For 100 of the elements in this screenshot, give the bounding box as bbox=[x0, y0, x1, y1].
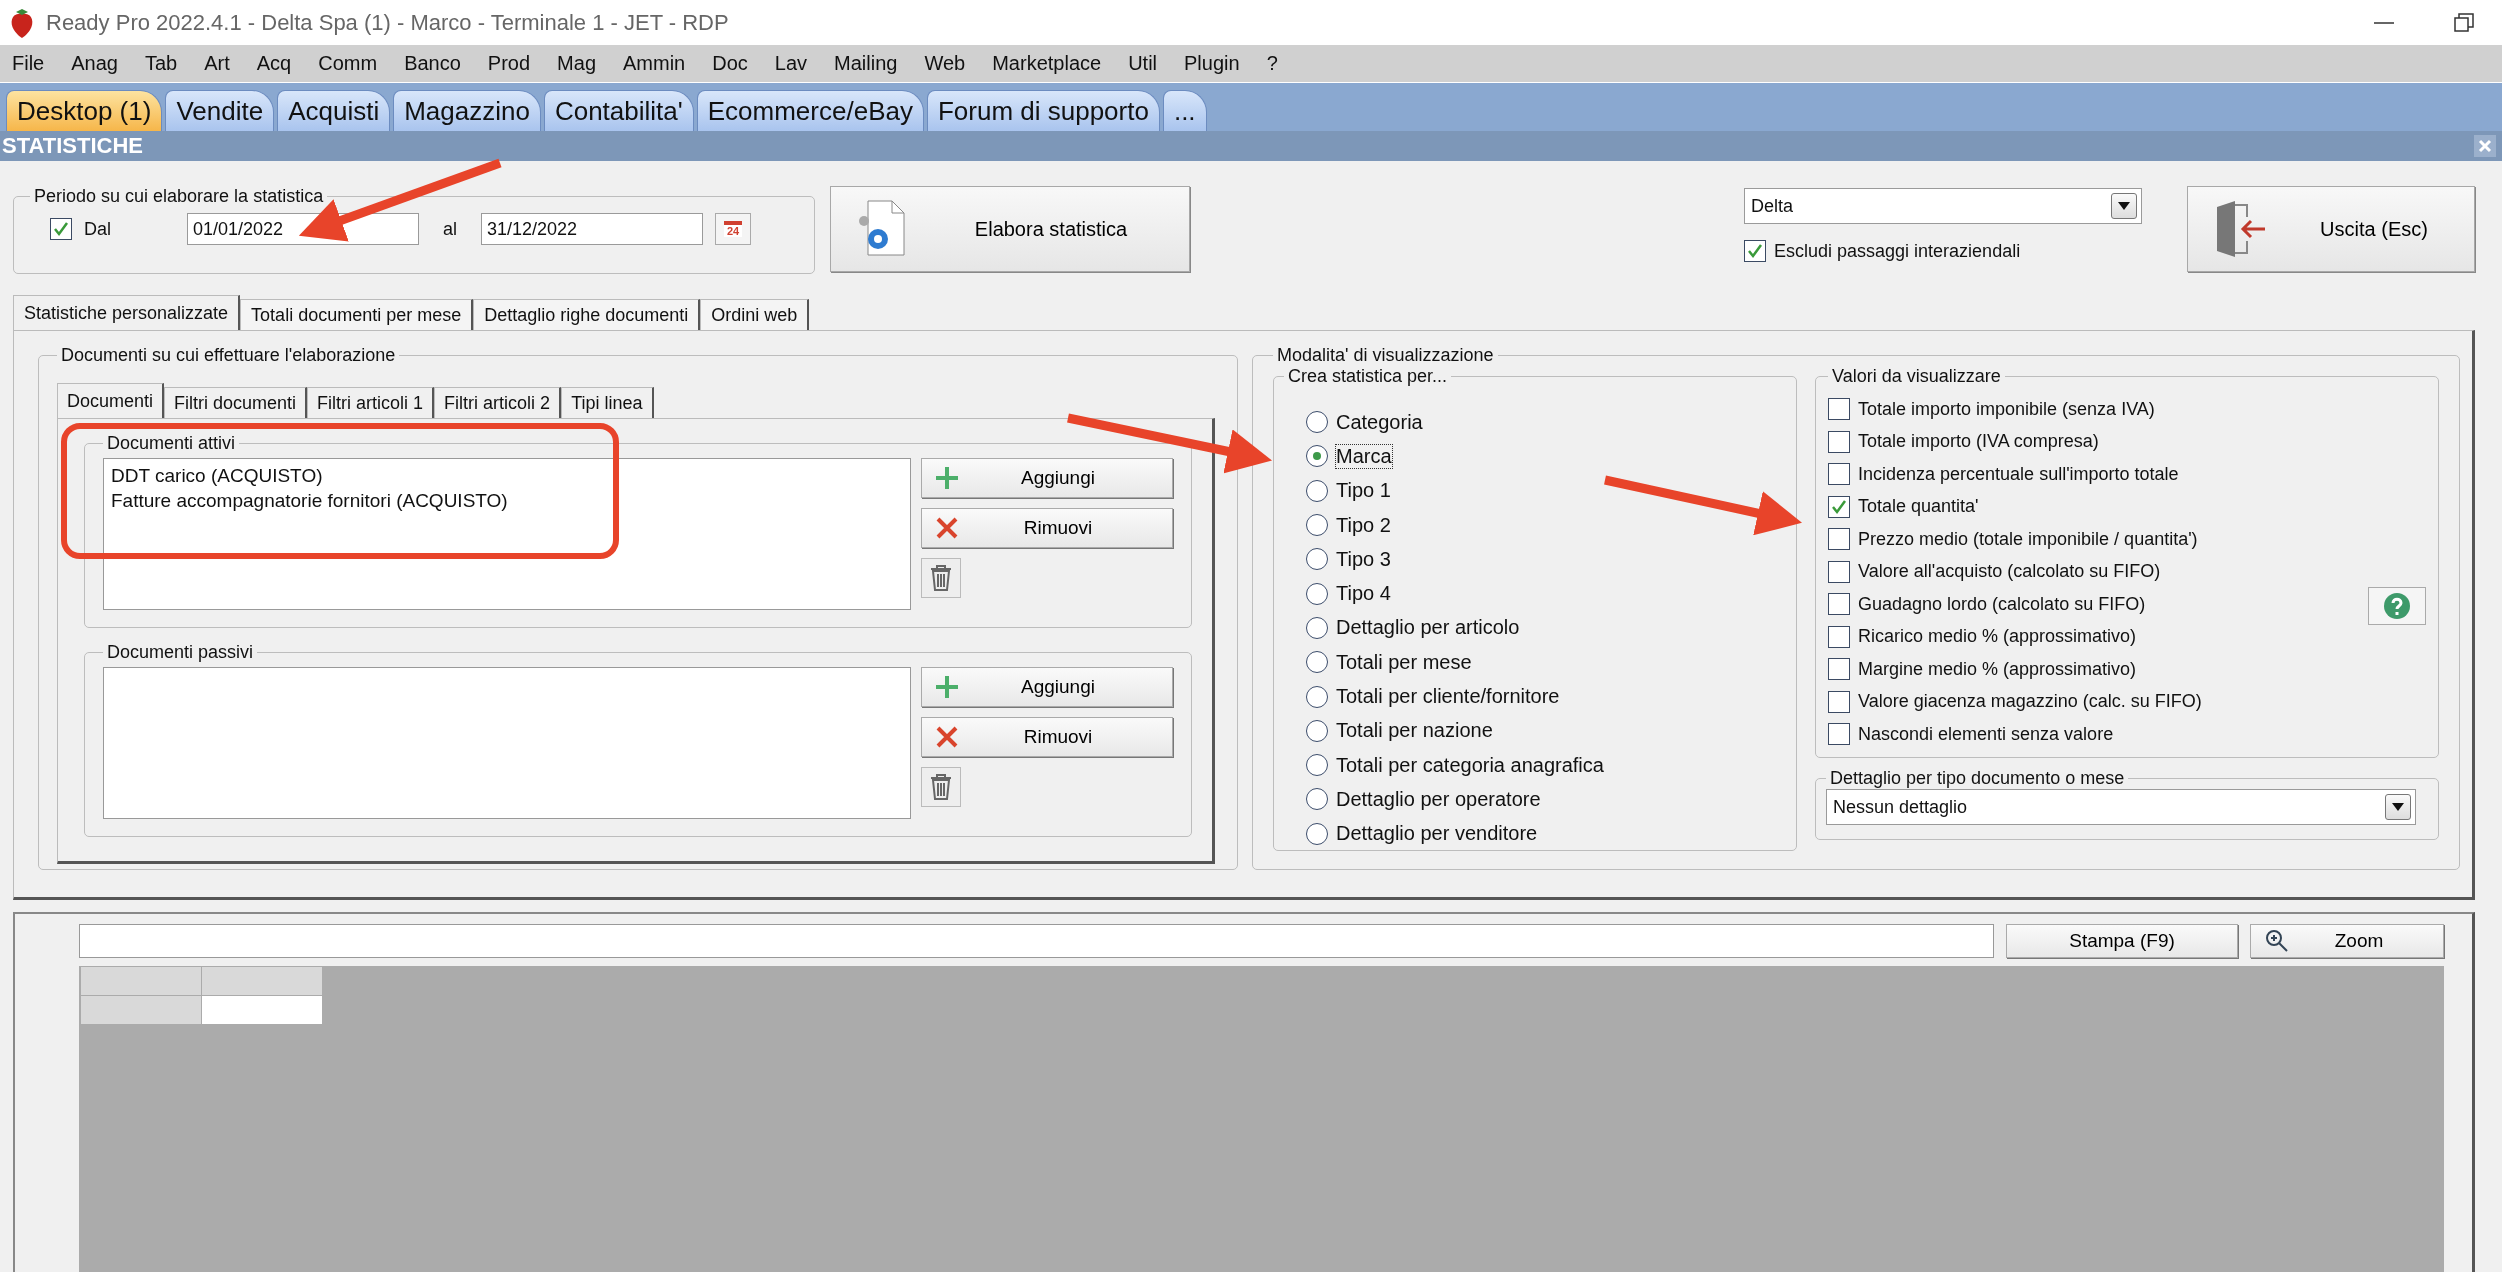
menu-item[interactable]: Prod bbox=[483, 52, 544, 75]
detail-select[interactable]: Nessun dettaglio bbox=[1826, 789, 2416, 825]
view-tab[interactable]: Ordini web bbox=[700, 299, 810, 330]
app-tab[interactable]: ... bbox=[1162, 90, 1207, 131]
list-item[interactable]: Fatture accompagnatorie fornitori (ACQUISTO) bbox=[111, 488, 903, 513]
menu-item[interactable]: ? bbox=[1262, 52, 1291, 75]
trash-icon bbox=[930, 774, 952, 800]
menu-item[interactable]: Anag bbox=[67, 52, 131, 75]
radio-button[interactable] bbox=[1306, 548, 1328, 571]
radio-label: Marca bbox=[1335, 443, 1393, 469]
remove-button[interactable]: Rimuovi bbox=[921, 717, 1173, 757]
delete-button[interactable] bbox=[921, 767, 961, 807]
checkbox[interactable] bbox=[1828, 690, 1850, 713]
sub-tab[interactable]: Tipi linea bbox=[561, 387, 654, 418]
checkbox-label: Nascondi elementi senza valore bbox=[1857, 722, 2115, 746]
checkbox[interactable] bbox=[1828, 495, 1850, 518]
checkbox[interactable] bbox=[1828, 430, 1850, 453]
help-button[interactable] bbox=[2368, 587, 2426, 625]
radio-button[interactable] bbox=[1306, 411, 1328, 434]
add-button[interactable]: Aggiungi bbox=[921, 458, 1173, 498]
radio-label: Tipo 1 bbox=[1335, 478, 1392, 504]
app-tab[interactable]: Forum di supporto bbox=[926, 90, 1160, 131]
menu-item[interactable]: Tab bbox=[140, 52, 191, 75]
delete-button[interactable] bbox=[921, 558, 961, 598]
search-field[interactable] bbox=[79, 924, 1994, 958]
radio-button[interactable] bbox=[1306, 582, 1328, 605]
menu-item[interactable]: File bbox=[8, 52, 58, 75]
radio-button[interactable] bbox=[1306, 754, 1328, 777]
app-tab[interactable]: Vendite bbox=[165, 90, 275, 131]
radio-button[interactable] bbox=[1306, 822, 1328, 845]
checkbox[interactable] bbox=[1828, 528, 1850, 551]
app-tab[interactable]: Contabilita' bbox=[543, 90, 694, 131]
menu-item[interactable]: Mailing bbox=[830, 52, 911, 75]
date-field[interactable]: 31/12/2022 bbox=[481, 213, 704, 245]
checkbox-label: Totale quantita' bbox=[1857, 495, 1980, 519]
menu-item[interactable]: Mag bbox=[553, 52, 609, 75]
to-label: al bbox=[443, 218, 458, 240]
radio-label: Dettaglio per venditore bbox=[1335, 821, 1539, 847]
group-title: Periodo su cui elaborare la statistica bbox=[33, 186, 325, 207]
radio-button[interactable] bbox=[1306, 685, 1328, 708]
menu-item[interactable]: Doc bbox=[708, 52, 761, 75]
checkbox[interactable] bbox=[1828, 463, 1850, 486]
radio-label: Dettaglio per articolo bbox=[1335, 615, 1521, 641]
menu-item[interactable]: Lav bbox=[770, 52, 821, 75]
radio-button[interactable] bbox=[1306, 479, 1328, 502]
app-tab[interactable]: Acquisti bbox=[277, 90, 391, 131]
menu-item[interactable]: Util bbox=[1124, 52, 1170, 75]
checkbox[interactable] bbox=[50, 218, 72, 240]
checkbox[interactable] bbox=[1828, 398, 1850, 421]
company-select[interactable]: Delta bbox=[1744, 188, 2142, 224]
sub-tab[interactable]: Filtri documenti bbox=[164, 387, 308, 418]
close-icon bbox=[2478, 139, 2492, 153]
checkbox[interactable] bbox=[1828, 560, 1850, 583]
radio-button[interactable] bbox=[1306, 514, 1328, 537]
document-list[interactable]: DDT carico (ACQUISTO) Fatture accompagnatorie fornitori (ACQUISTO) bbox=[103, 458, 911, 610]
exit-button[interactable]: Uscita (Esc) bbox=[2187, 186, 2475, 272]
radio-button[interactable] bbox=[1306, 719, 1328, 742]
menu-item[interactable]: Marketplace bbox=[988, 52, 1115, 75]
calendar-button[interactable]: 24 bbox=[715, 213, 752, 245]
sub-tab[interactable]: Filtri articoli 2 bbox=[434, 387, 562, 418]
radio-label: Categoria bbox=[1335, 409, 1424, 435]
radio-button[interactable] bbox=[1306, 445, 1328, 468]
checkbox[interactable] bbox=[1828, 723, 1850, 746]
app-tab[interactable]: Ecommerce/eBay bbox=[696, 90, 924, 131]
menu-item[interactable]: Comm bbox=[314, 52, 391, 75]
app-tab[interactable]: Magazzino bbox=[393, 90, 541, 131]
menu-item[interactable]: Web bbox=[920, 52, 979, 75]
radio-label: Tipo 2 bbox=[1335, 512, 1392, 538]
menu-item[interactable]: Plugin bbox=[1180, 52, 1253, 75]
print-button[interactable]: Stampa (F9) bbox=[2006, 924, 2238, 958]
app-tab[interactable]: Desktop (1) bbox=[6, 90, 163, 131]
radio-button[interactable] bbox=[1306, 651, 1328, 674]
view-tab[interactable]: Dettaglio righe documenti bbox=[473, 299, 701, 330]
menu-item[interactable]: Acq bbox=[252, 52, 305, 75]
process-button[interactable]: Elabora statistica bbox=[830, 186, 1190, 272]
add-button[interactable]: Aggiungi bbox=[921, 667, 1173, 707]
group-title: Modalita' di visualizzazione bbox=[1276, 345, 1495, 366]
checkbox[interactable] bbox=[1828, 593, 1850, 616]
view-tab[interactable]: Statistiche personalizzate bbox=[13, 295, 241, 330]
menu-item[interactable]: Ammin bbox=[619, 52, 699, 75]
menu-item[interactable]: Art bbox=[200, 52, 243, 75]
checkbox-label: Incidenza percentuale sull'importo totale bbox=[1857, 462, 2180, 486]
checkbox[interactable] bbox=[1828, 658, 1850, 681]
group-title: Crea statistica per... bbox=[1287, 366, 1449, 387]
view-tab[interactable]: Totali documenti per mese bbox=[240, 299, 474, 330]
remove-button[interactable]: Rimuovi bbox=[921, 508, 1173, 548]
list-item[interactable]: DDT carico (ACQUISTO) bbox=[111, 463, 903, 488]
radio-button[interactable] bbox=[1306, 616, 1328, 639]
checkbox-label: Totale importo imponibile (senza IVA) bbox=[1857, 397, 2156, 421]
restore-icon[interactable] bbox=[2454, 12, 2474, 33]
radio-label: Tipo 3 bbox=[1335, 546, 1392, 572]
radio-button[interactable] bbox=[1306, 788, 1328, 811]
checkbox[interactable] bbox=[1828, 625, 1850, 648]
checkbox[interactable] bbox=[1744, 240, 1766, 262]
zoom-in-icon bbox=[2265, 929, 2289, 953]
zoom-button[interactable]: Zoom bbox=[2250, 924, 2444, 958]
menu-item[interactable]: Banco bbox=[400, 52, 474, 75]
sub-tab[interactable]: Documenti bbox=[57, 383, 165, 418]
checkbox-label: Valore giacenza magazzino (calc. su FIFO) bbox=[1857, 690, 2203, 714]
sub-tab[interactable]: Filtri articoli 1 bbox=[307, 387, 435, 418]
